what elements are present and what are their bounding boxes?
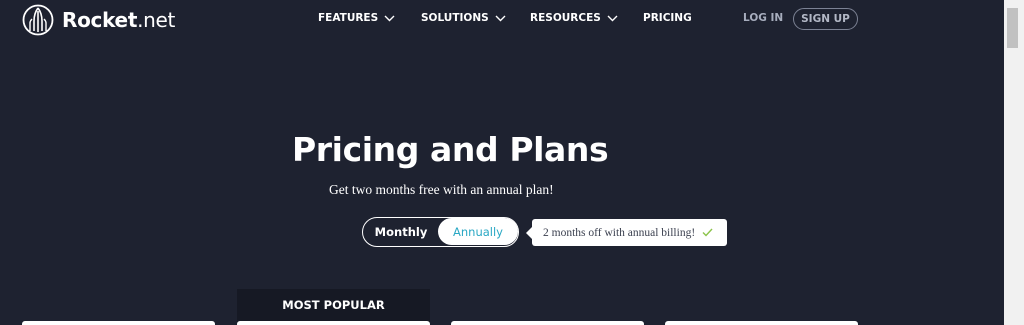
page-subtitle: Get two months free with an annual plan! <box>329 182 554 197</box>
site-logo[interactable]: Rocket.net <box>22 4 175 36</box>
nav-pricing[interactable]: PRICING <box>643 12 692 24</box>
nav-resources[interactable]: RESOURCES <box>530 12 618 24</box>
nav-features-label: FEATURES <box>318 12 379 24</box>
vertical-scrollbar[interactable] <box>1004 0 1024 325</box>
plan-card <box>451 321 644 325</box>
nav-pricing-label: PRICING <box>643 12 692 24</box>
scrollbar-thumb[interactable] <box>1007 8 1018 48</box>
chevron-down-icon <box>384 15 395 21</box>
login-link[interactable]: LOG IN <box>743 12 783 24</box>
logo-text-light: .net <box>137 8 176 32</box>
nav-resources-label: RESOURCES <box>530 12 601 24</box>
nav-solutions[interactable]: SOLUTIONS <box>421 12 506 24</box>
toggle-annually-option[interactable]: Annually <box>438 218 518 245</box>
plan-card-popular <box>237 321 430 325</box>
rocket-logo-icon <box>22 4 54 36</box>
page-title: Pricing and Plans <box>292 130 609 169</box>
nav-solutions-label: SOLUTIONS <box>421 12 489 24</box>
page: Rocket.net FEATURES SOLUTIONS RESOURCES … <box>0 0 1004 325</box>
logo-text-bold: Rocket <box>62 8 138 32</box>
signup-button[interactable]: SIGN UP <box>793 8 858 30</box>
billing-toggle[interactable]: Monthly Annually <box>362 217 519 247</box>
annual-discount-badge: 2 months off with annual billing! <box>526 219 727 246</box>
toggle-monthly-option[interactable]: Monthly <box>363 218 439 245</box>
logo-wordmark: Rocket.net <box>62 8 175 32</box>
most-popular-banner: MOST POPULAR <box>237 289 430 325</box>
nav-features[interactable]: FEATURES <box>318 12 395 24</box>
plan-card <box>22 321 215 325</box>
check-icon <box>702 228 713 237</box>
annual-discount-text: 2 months off with annual billing! <box>543 226 696 239</box>
chevron-down-icon <box>495 15 506 21</box>
chevron-down-icon <box>607 15 618 21</box>
signup-button-label: SIGN UP <box>801 13 850 25</box>
plan-card <box>665 321 858 325</box>
